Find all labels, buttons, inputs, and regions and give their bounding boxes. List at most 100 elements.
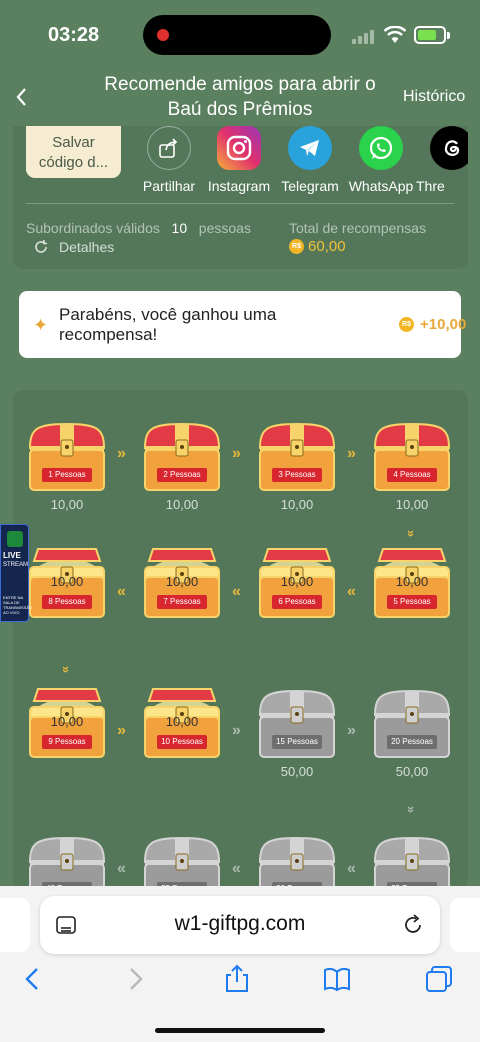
page-title: Recomende amigos para abrir o Baú dos Pr… <box>80 72 400 122</box>
treasure-chest[interactable]: 4 Pessoas <box>371 420 453 492</box>
play-icon <box>7 531 23 547</box>
page-header: Recomende amigos para abrir o Baú dos Pr… <box>0 70 480 126</box>
chest-reward-value: 10,00 <box>395 574 429 589</box>
chest-label: 8 Pessoas <box>48 597 86 606</box>
share-button[interactable]: Partilhar <box>133 126 205 194</box>
share-label: Partilhar <box>142 178 196 194</box>
instagram-button[interactable]: Instagram <box>203 126 275 194</box>
cellular-signal-icon <box>352 30 378 44</box>
chest-reward-value: 50,00 <box>395 764 429 779</box>
history-link[interactable]: Histórico <box>403 88 465 106</box>
chevron-double-down-icon: » <box>59 665 75 674</box>
treasure-chest[interactable]: 15 Pessoas <box>256 687 338 759</box>
treasure-chest[interactable]: 1 Pessoas <box>26 420 108 492</box>
total-rewards-value: R$ 60,00 <box>289 238 346 255</box>
chevron-double-icon: » <box>117 445 126 462</box>
next-tab-preview[interactable] <box>450 898 480 952</box>
treasure-chest[interactable]: 2 Pessoas <box>141 420 223 492</box>
chest-reward-value: 10,00 <box>280 574 314 589</box>
save-code-label-line1: Salvar <box>52 134 95 151</box>
status-time: 03:28 <box>48 24 100 46</box>
treasure-chest[interactable]: 7 Pessoas 10,00 <box>141 547 223 619</box>
live-badge-title: LIVE <box>3 551 21 560</box>
chevron-double-icon: » <box>347 722 356 739</box>
page-title-line1: Recomende amigos para abrir o <box>104 74 376 95</box>
address-bar[interactable]: w1-giftpg.com <box>40 896 440 954</box>
back-icon[interactable] <box>18 964 48 994</box>
treasure-chest[interactable]: 5 Pessoas 10,00 <box>371 547 453 619</box>
save-code-button[interactable]: Salvar código d... <box>26 126 121 178</box>
chevron-left-icon[interactable] <box>10 82 34 112</box>
chest-reward-value: 10,00 <box>395 497 429 512</box>
treasure-chest[interactable]: 8 Pessoas 10,00 <box>26 547 108 619</box>
treasure-chest[interactable]: 40 Pessoas <box>26 834 108 890</box>
chest-reward-value: 10,00 <box>50 714 84 729</box>
chest-label: 5 Pessoas <box>393 597 431 606</box>
subordinates-info: Subordinados válidos 10 pessoas <box>26 220 251 236</box>
chest-label: 9 Pessoas <box>48 737 86 746</box>
home-indicator <box>155 1028 325 1033</box>
live-stream-badge[interactable]: LIVE STREAM ENTRE NA SALA DE TRANSMISSÃO… <box>0 524 33 622</box>
chest-label: 10 Pessoas <box>161 737 203 746</box>
chest-label: 20 Pessoas <box>391 737 433 746</box>
whatsapp-icon <box>359 126 403 170</box>
treasure-chest[interactable]: 25 Pessoas <box>371 834 453 890</box>
bookmarks-icon[interactable] <box>322 964 352 994</box>
chest-label: 1 Pessoas <box>48 470 86 479</box>
toast-reward: R$ +10,00 <box>399 316 466 333</box>
treasure-chest[interactable]: 9 Pessoas 10,00 <box>26 687 108 759</box>
share-divider <box>26 203 454 204</box>
share-icon[interactable] <box>222 964 252 994</box>
telegram-button[interactable]: Telegram <box>274 126 346 194</box>
treasure-chest-grid: 1 Pessoas 10,00 2 Pessoas 10,00 3 Pessoas 10,… <box>13 390 468 890</box>
total-rewards-label: Total de recompensas <box>289 220 426 236</box>
coin-icon: R$ <box>289 239 304 254</box>
chest-reward-value: 10,00 <box>165 574 199 589</box>
chevron-double-icon: « <box>117 860 126 877</box>
chest-reward-value: 10,00 <box>280 497 314 512</box>
chest-reward-value: 50,00 <box>280 764 314 779</box>
instagram-icon <box>217 126 261 170</box>
treasure-chest[interactable]: 10 Pessoas 10,00 <box>141 687 223 759</box>
coin-icon: R$ <box>399 317 414 332</box>
subordinates-unit: pessoas <box>198 220 251 236</box>
refresh-icon <box>35 240 47 253</box>
recording-indicator-icon <box>157 29 169 41</box>
treasure-chest[interactable]: 6 Pessoas 10,00 <box>256 547 338 619</box>
forward-icon[interactable] <box>120 964 150 994</box>
details-button[interactable]: Detalhes <box>33 239 114 255</box>
treasure-chest[interactable]: 3 Pessoas <box>256 420 338 492</box>
url-text: w1-giftpg.com <box>174 912 306 935</box>
chest-reward-value: 10,00 <box>50 574 84 589</box>
party-popper-icon: ✦ <box>33 315 49 335</box>
chest-reward-value: 10,00 <box>165 714 199 729</box>
subordinates-label: Subordinados válidos <box>26 220 160 236</box>
chevron-double-icon: « <box>232 860 241 877</box>
treasure-chest[interactable]: 30 Pessoas <box>256 834 338 890</box>
live-badge-subtitle: STREAM <box>3 562 29 568</box>
chest-label: 6 Pessoas <box>278 597 316 606</box>
chevron-double-down-icon: » <box>404 529 420 538</box>
instagram-label: Instagram <box>207 178 271 194</box>
subordinates-count: 10 <box>171 220 188 236</box>
threads-icon <box>430 126 468 170</box>
page-title-line2: Baú dos Prêmios <box>167 99 313 120</box>
chest-label: 15 Pessoas <box>276 737 318 746</box>
reload-icon[interactable] <box>402 914 424 936</box>
treasure-chest[interactable]: 35 Pessoas <box>141 834 223 890</box>
chevron-double-icon: » <box>117 722 126 739</box>
chest-label: 3 Pessoas <box>278 470 316 479</box>
telegram-icon <box>288 126 332 170</box>
live-badge-description: ENTRE NA SALA DE TRANSMISSÃO AO VIVO <box>3 595 33 615</box>
chevron-double-icon: « <box>232 583 241 600</box>
previous-tab-preview[interactable] <box>0 898 30 952</box>
chevron-double-icon: » <box>347 445 356 462</box>
details-label: Detalhes <box>59 239 115 255</box>
chest-label: 2 Pessoas <box>163 470 201 479</box>
threads-button[interactable]: Thre <box>416 126 468 194</box>
treasure-chest[interactable]: 20 Pessoas <box>371 687 453 759</box>
whatsapp-button[interactable]: WhatsApp <box>345 126 417 194</box>
tabs-overview-icon[interactable] <box>424 964 454 994</box>
chest-reward-value: 10,00 <box>50 497 84 512</box>
chevron-double-down-icon: » <box>404 805 420 814</box>
